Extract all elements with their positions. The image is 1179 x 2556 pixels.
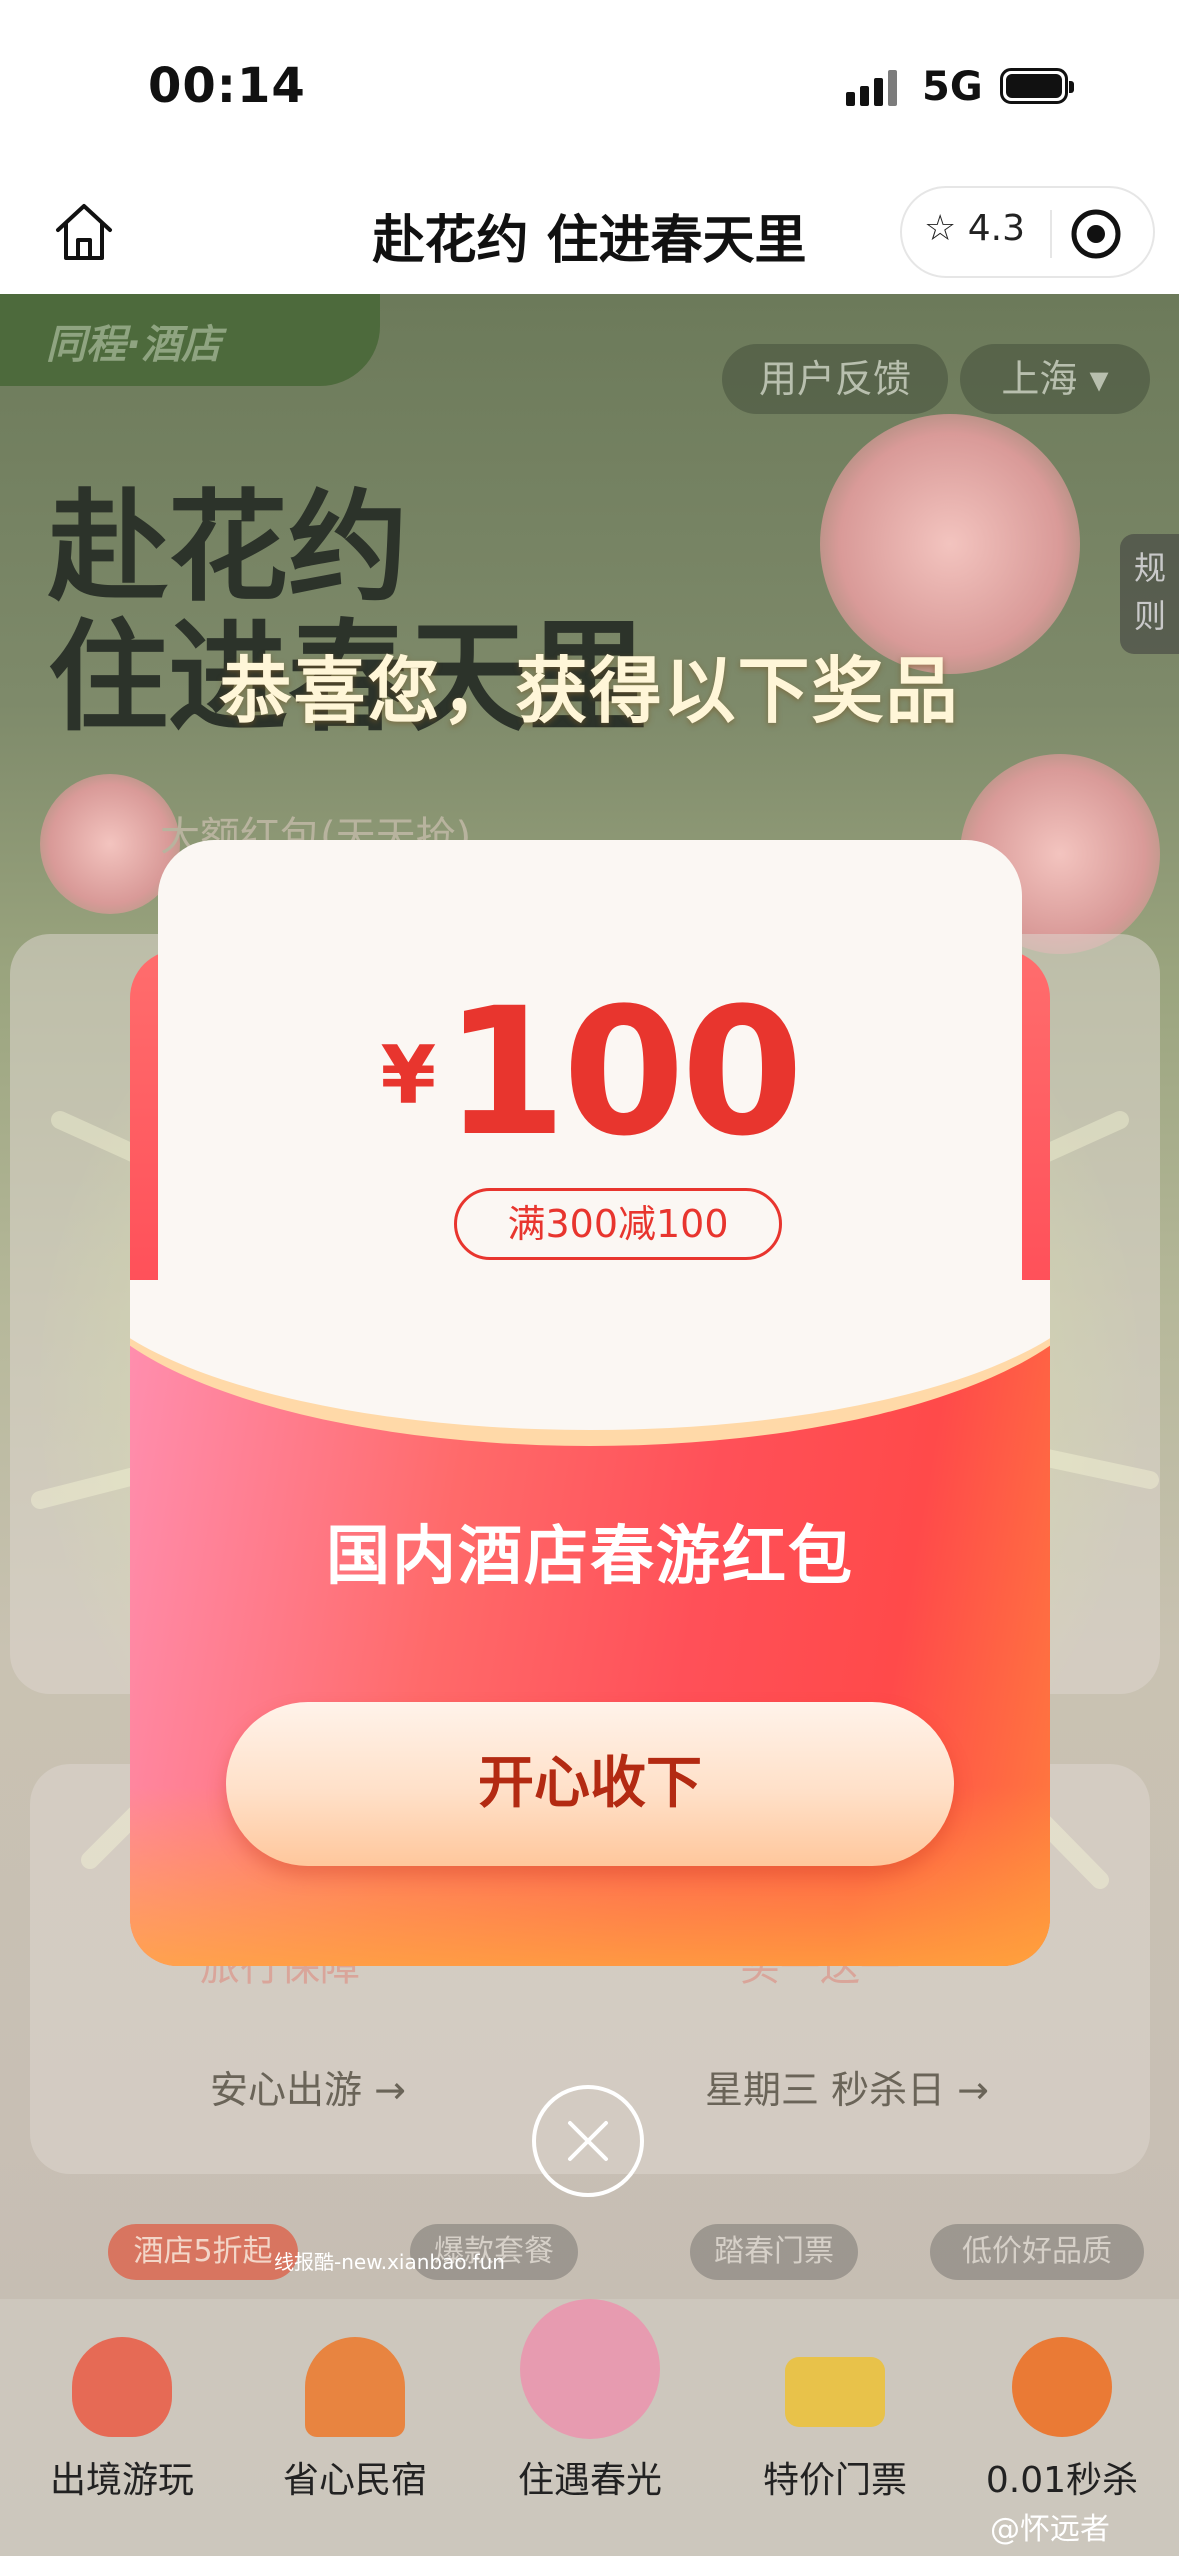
flower-icon [520,2299,660,2439]
red-packet-card: ¥100 满300减100 国内酒店春游红包 开心收下 [130,840,1050,1966]
weibo-watermark: @怀远者 [990,2512,1110,2547]
alarm-clock-icon [1012,2337,1112,2437]
ticket-icon [785,2357,885,2427]
close-popup-button[interactable] [532,2085,644,2197]
tab-spring[interactable]: 住遇春光 [490,2299,690,2556]
city-selector[interactable]: 上海 ▾ [960,344,1150,414]
status-bar: 00:14 5G [0,0,1179,170]
status-time: 00:14 [148,58,306,114]
capsule-divider [1050,210,1052,258]
hot-air-balloon-icon [72,2337,172,2437]
category-tag[interactable]: 踏春门票 [690,2224,858,2280]
close-miniprogram-icon[interactable] [1068,206,1124,262]
mini-program-nav: 赴花约 住进春天里 ☆ 4.3 [0,170,1179,294]
campfire-icon [305,2337,405,2437]
coupon-name: 国内酒店春游红包 [326,1520,854,1594]
close-icon [568,2121,608,2161]
tab-outbound[interactable]: 出境游玩 [22,2299,222,2556]
tab-homestay[interactable]: 省心民宿 [255,2299,455,2556]
feedback-button[interactable]: 用户反馈 [722,344,948,414]
network-type: 5G [922,64,983,110]
signal-icon [846,70,902,106]
accept-button[interactable]: 开心收下 [226,1702,954,1866]
nav-capsule: ☆ 4.3 [900,186,1155,278]
tab-tickets[interactable]: 特价门票 [735,2299,935,2556]
rating-button[interactable]: ☆ 4.3 [924,208,1025,249]
watermark-text: 线报酷-new.xianbao.fun [274,2250,505,2274]
brand-logo: 同程·酒店 [0,294,380,386]
coupon-amount: ¥100 [158,970,1022,1175]
amount-value: 100 [444,970,803,1175]
star-icon: ☆ [924,208,957,249]
currency-symbol: ¥ [380,1029,437,1122]
category-tag[interactable]: 酒店5折起 [108,2224,298,2280]
battery-icon [1000,68,1074,104]
coupon-condition: 满300减100 [454,1188,782,1260]
rating-value: 4.3 [967,208,1025,249]
category-tag[interactable]: 低价好品质 [930,2224,1144,2280]
congrats-heading: 恭喜您，获得以下奖品 [219,649,960,733]
